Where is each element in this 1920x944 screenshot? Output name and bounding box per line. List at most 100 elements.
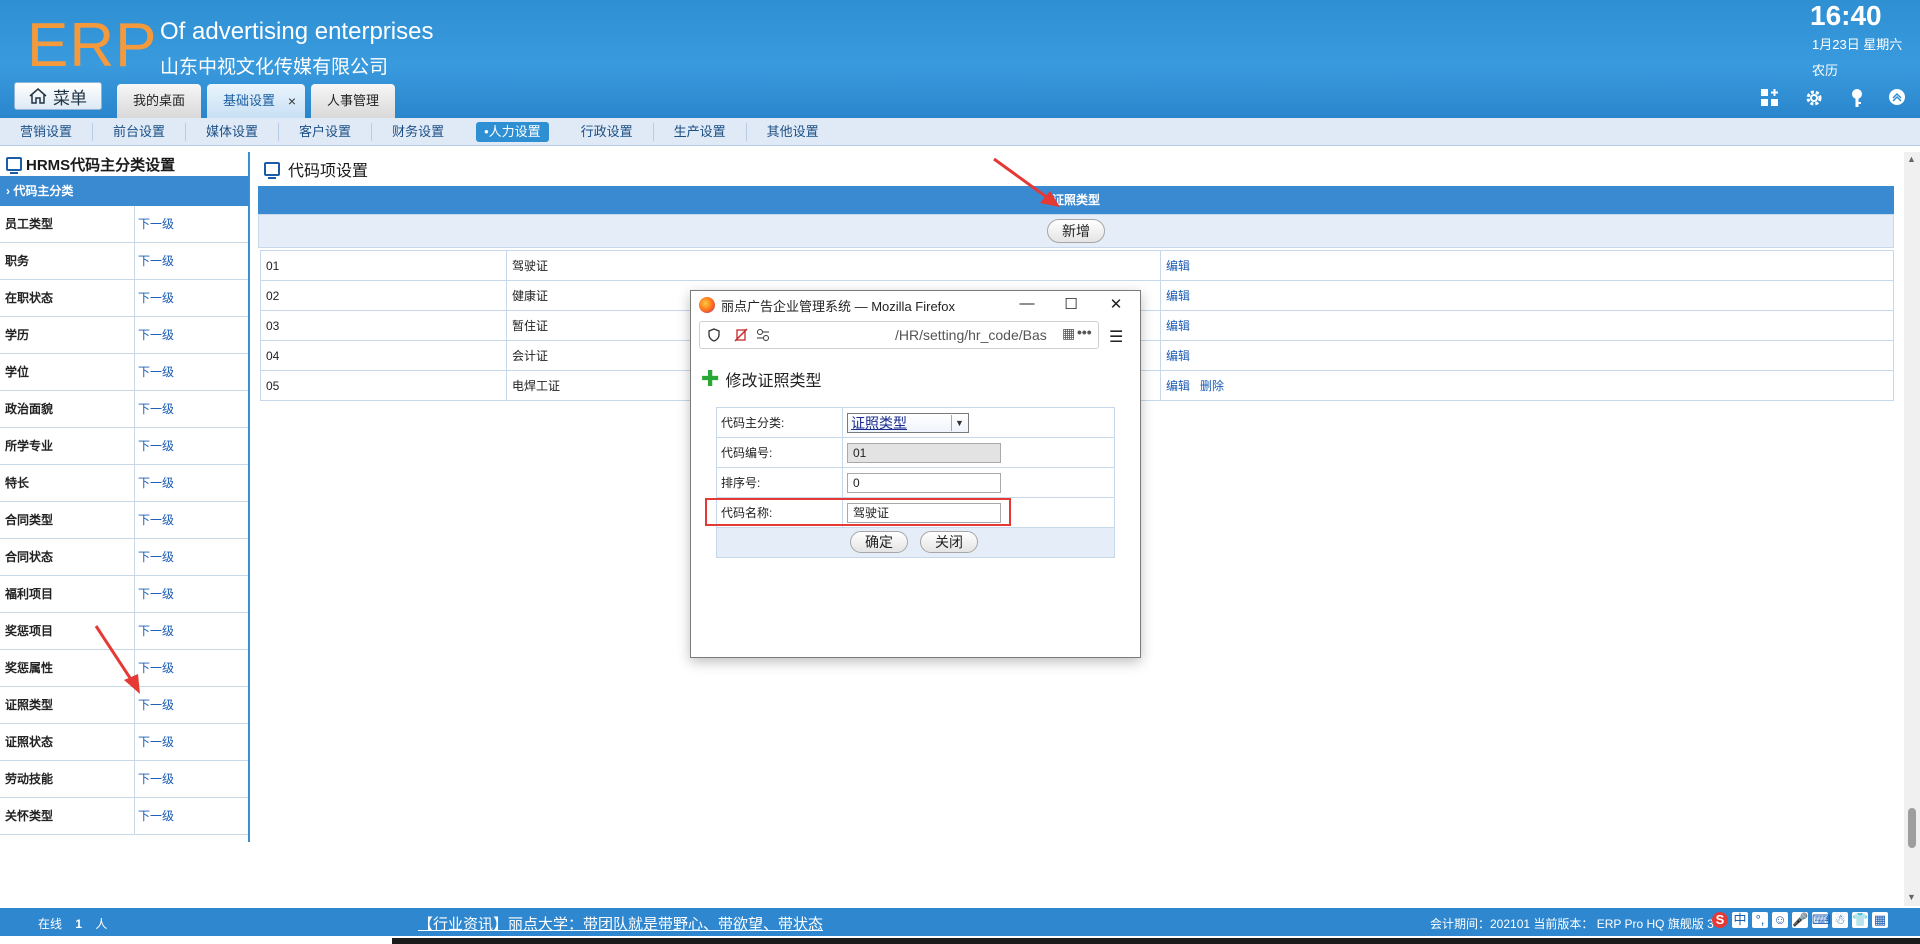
minimize-icon[interactable]: — <box>1017 295 1037 312</box>
category-label: 代码主分类: <box>716 407 843 438</box>
edit-link[interactable]: 编辑 <box>1166 319 1190 333</box>
next-level-link[interactable]: 下一级 <box>135 317 174 353</box>
order-field[interactable]: 0 <box>847 472 1001 493</box>
actions-cell: 编辑 <box>1160 250 1894 281</box>
skin-icon[interactable]: 👕 <box>1852 912 1868 928</box>
next-level-link[interactable]: 下一级 <box>135 724 174 760</box>
tab-hr-management[interactable]: 人事管理 <box>311 84 396 118</box>
maximize-icon[interactable]: ☐ <box>1061 295 1081 313</box>
url-bar[interactable]: /HR/setting/hr_code/Bas ▦ ••• <box>699 321 1099 349</box>
next-level-link[interactable]: 下一级 <box>135 502 174 538</box>
category-name: 学历 <box>0 317 135 353</box>
subnav-production[interactable]: 生产设置 <box>654 122 747 141</box>
next-level-link[interactable]: 下一级 <box>135 354 174 390</box>
code-cell: 02 <box>260 280 507 311</box>
category-select[interactable]: 证照类型 ▼ <box>847 412 969 433</box>
page-scrollbar[interactable]: ▲ ▼ <box>1904 152 1920 906</box>
category-name: 职务 <box>0 243 135 279</box>
category-name: 在职状态 <box>0 280 135 316</box>
next-level-link[interactable]: 下一级 <box>135 761 174 797</box>
highlight-box <box>705 498 1011 526</box>
logo: ERP <box>27 11 158 80</box>
code-items-header: 证照类型 <box>258 186 1894 214</box>
punctuation-icon[interactable]: °, <box>1752 912 1768 928</box>
confirm-button[interactable]: 确定 <box>850 531 908 553</box>
apps-icon[interactable] <box>1759 88 1781 110</box>
category-row: 在职状态 下一级 <box>0 280 248 317</box>
edit-link[interactable]: 编辑 <box>1166 349 1190 363</box>
close-icon[interactable]: × <box>288 84 296 118</box>
taskbar-strip <box>392 938 1920 944</box>
subnav-marketing[interactable]: 营销设置 <box>0 122 94 141</box>
table-row: 01 驾驶证 编辑 <box>260 250 1894 281</box>
next-level-link[interactable]: 下一级 <box>135 576 174 612</box>
category-row: 所学专业 下一级 <box>0 428 248 465</box>
next-level-link[interactable]: 下一级 <box>135 539 174 575</box>
version-info: 会计期间：202101 当前版本： ERP Pro HQ 旗舰版 3 <box>1430 917 1714 931</box>
next-level-link[interactable]: 下一级 <box>135 428 174 464</box>
tab-my-desktop[interactable]: 我的桌面 <box>117 84 202 118</box>
next-level-link[interactable]: 下一级 <box>135 243 174 279</box>
subnav-media[interactable]: 媒体设置 <box>186 122 280 141</box>
scrollbar-thumb[interactable] <box>1908 808 1916 848</box>
tab-basic-settings[interactable]: 基础设置 × <box>207 84 306 118</box>
computer-icon <box>264 162 280 179</box>
subnav-other[interactable]: 其他设置 <box>747 123 839 141</box>
no-tracking-icon <box>734 328 748 342</box>
popup-titlebar: 丽点广告企业管理系统 — Mozilla Firefox — ☐ ✕ <box>691 291 1140 319</box>
keyboard-icon[interactable]: ⌨ <box>1812 912 1831 928</box>
clock-time: 16:40 <box>1810 0 1882 31</box>
subnav-front-desk[interactable]: 前台设置 <box>93 122 187 141</box>
category-row: 关怀类型 下一级 <box>0 798 248 835</box>
close-button[interactable]: 关闭 <box>920 531 978 553</box>
chevron-down-icon[interactable]: ▼ <box>951 414 967 431</box>
actions-cell: 编辑 <box>1160 280 1894 311</box>
menu-button[interactable]: 菜单 <box>14 82 102 110</box>
microphone-icon[interactable]: 🎤 <box>1792 912 1808 928</box>
next-level-link[interactable]: 下一级 <box>135 798 174 834</box>
actions-cell: 编辑 删除 <box>1160 370 1894 401</box>
category-name: 合同状态 <box>0 539 135 575</box>
grid-icon[interactable]: ▦ <box>1872 912 1888 928</box>
lunar-calendar-link[interactable]: 农历 <box>1812 60 1838 79</box>
subnav-customer[interactable]: 客户设置 <box>279 122 373 141</box>
collapse-up-icon[interactable] <box>1886 88 1908 110</box>
news-ticker-link[interactable]: 【行业资讯】丽点大学：带团队就是带野心、带欲望、带状态 <box>418 913 823 934</box>
category-row: 员工类型 下一级 <box>0 206 248 243</box>
panel-title-text: HRMS代码主分类设置 <box>26 156 176 174</box>
subnav-hr[interactable]: •人力设置 <box>476 121 549 142</box>
close-icon[interactable]: ✕ <box>1106 295 1126 313</box>
next-level-link[interactable]: 下一级 <box>135 465 174 501</box>
subnav-finance[interactable]: 财务设置 <box>372 123 464 141</box>
chinese-mode-icon[interactable]: 中 <box>1732 912 1748 928</box>
category-name: 员工类型 <box>0 206 135 242</box>
category-name: 合同类型 <box>0 502 135 538</box>
code-category-panel: HRMS代码主分类设置 › 代码主分类 员工类型 下一级 职务 下一级 在职状态 下一级学… <box>0 152 250 842</box>
edit-link[interactable]: 编辑 <box>1166 379 1190 393</box>
sogou-ime-icon[interactable]: S <box>1712 912 1728 928</box>
edit-link[interactable]: 编辑 <box>1166 289 1190 303</box>
hamburger-menu-icon[interactable]: ☰ <box>1109 327 1123 347</box>
edit-link[interactable]: 编辑 <box>1166 259 1190 273</box>
category-name: 特长 <box>0 465 135 501</box>
category-row: 学位 下一级 <box>0 354 248 391</box>
user-icon[interactable]: ☃ <box>1832 912 1848 928</box>
subnav-admin[interactable]: 行政设置 <box>561 122 654 141</box>
qr-code-icon[interactable]: ▦ <box>1062 325 1075 342</box>
category-row: 合同类型 下一级 <box>0 502 248 539</box>
delete-link[interactable]: 删除 <box>1200 379 1224 393</box>
next-level-link[interactable]: 下一级 <box>135 206 174 242</box>
next-level-link[interactable]: 下一级 <box>135 280 174 316</box>
key-icon[interactable] <box>1846 88 1868 110</box>
next-level-link[interactable]: 下一级 <box>135 391 174 427</box>
order-label: 排序号: <box>716 467 843 498</box>
category-row: 特长 下一级 <box>0 465 248 502</box>
firefox-icon <box>699 297 715 313</box>
popup-heading: ✚ 修改证照类型 <box>701 367 821 391</box>
gear-icon[interactable] <box>1803 88 1825 110</box>
more-icon[interactable]: ••• <box>1077 324 1092 340</box>
scroll-down-icon[interactable]: ▼ <box>1907 892 1917 902</box>
emoji-icon[interactable]: ☺ <box>1772 912 1788 928</box>
add-button[interactable]: 新增 <box>1047 219 1105 243</box>
scroll-up-icon[interactable]: ▲ <box>1907 154 1917 164</box>
